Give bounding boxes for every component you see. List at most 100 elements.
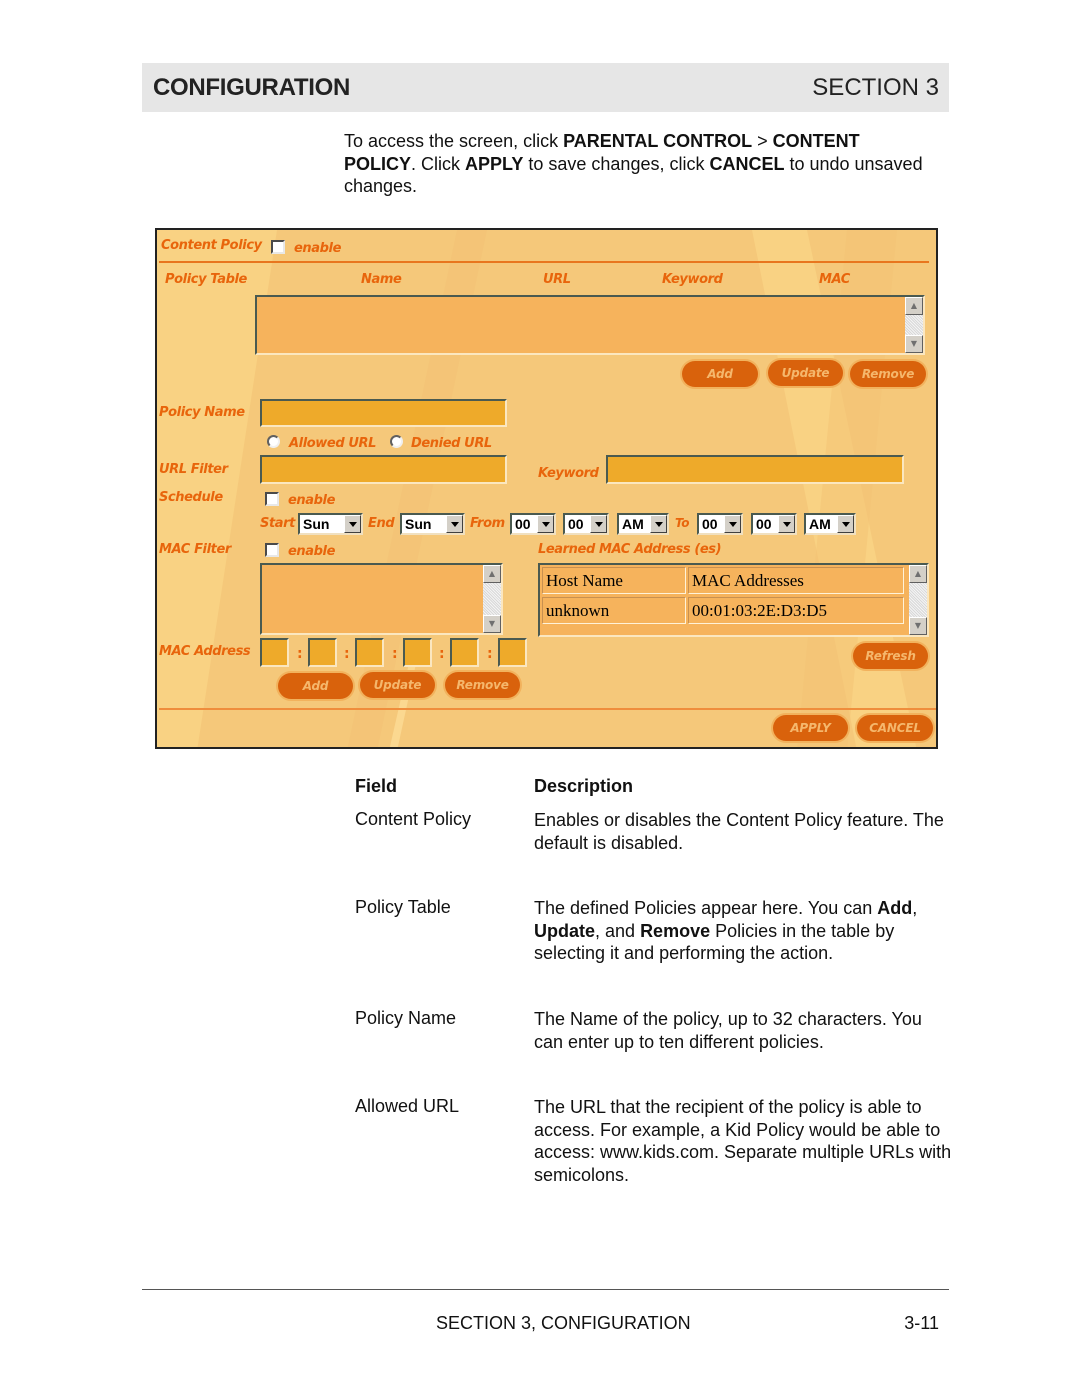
column-header-host-name: Host Name: [542, 567, 686, 594]
dropdown-arrow-icon: [837, 515, 854, 533]
footer-section-title: SECTION 3, CONFIGURATION: [436, 1313, 691, 1333]
header-field: Field: [355, 776, 398, 796]
dropdown-arrow-icon: [537, 515, 554, 533]
mac-separator: :: [439, 646, 445, 662]
refresh-button[interactable]: Refresh: [853, 643, 928, 669]
learned-mac-table[interactable]: Host Name MAC Addresses unknown 00:01:03…: [538, 563, 929, 637]
mac-separator: :: [344, 646, 350, 662]
allowed-url-radio[interactable]: [267, 435, 280, 448]
page-number: 3-11: [904, 1313, 939, 1333]
section-header: CONFIGURATION SECTION 3: [142, 63, 949, 112]
apply-button[interactable]: APPLY: [773, 715, 848, 741]
mac-octet-1-input[interactable]: [260, 638, 289, 667]
mac-octet-6-input[interactable]: [498, 638, 527, 667]
mac-address-label: MAC Address: [159, 644, 251, 659]
mac-filter-enable-label: enable: [288, 544, 336, 559]
mac-separator: :: [297, 646, 303, 662]
section-number: SECTION 3: [812, 74, 939, 101]
keyword-label: Keyword: [538, 466, 599, 481]
url-filter-input[interactable]: [260, 455, 507, 484]
policy-remove-button[interactable]: Remove: [850, 361, 926, 387]
mac-separator: :: [487, 646, 493, 662]
mac-filter-enable-checkbox[interactable]: [265, 543, 279, 557]
column-header-mac-addresses: MAC Addresses: [688, 567, 904, 594]
schedule-enable-checkbox[interactable]: [265, 492, 279, 506]
scroll-up-icon[interactable]: ▲: [483, 565, 501, 583]
policy-add-button[interactable]: Add: [682, 361, 758, 387]
mac-update-button[interactable]: Update: [360, 672, 435, 698]
field-description: The defined Policies appear here. You ca…: [534, 898, 918, 963]
field-name: Content Policy: [355, 809, 472, 829]
dropdown-arrow-icon: [778, 515, 795, 533]
cancel-button[interactable]: CANCEL: [857, 715, 933, 741]
end-day-select[interactable]: Sun: [400, 513, 465, 535]
header-description: Description: [534, 776, 634, 796]
column-header-name: Name: [361, 272, 402, 287]
policy-name-label: Policy Name: [159, 405, 245, 420]
content-policy-label: Content Policy: [161, 238, 262, 253]
mac-separator: :: [392, 646, 398, 662]
to-hour-select[interactable]: 00: [697, 513, 743, 535]
content-policy-enable-checkbox[interactable]: [271, 240, 285, 254]
divider: [159, 708, 936, 710]
mac-filter-list[interactable]: ▲ ▼: [260, 563, 503, 635]
divider: [159, 261, 929, 263]
to-ampm-select[interactable]: AM: [804, 513, 856, 535]
field-description: The Name of the policy, up to 32 charact…: [534, 1009, 922, 1052]
field-name: Allowed URL: [355, 1096, 460, 1116]
start-day-select[interactable]: Sun: [298, 513, 363, 535]
scroll-up-icon[interactable]: ▲: [909, 565, 927, 583]
policy-name-input[interactable]: [260, 399, 507, 427]
to-minute-select[interactable]: 00: [751, 513, 797, 535]
scroll-up-icon[interactable]: ▲: [905, 297, 923, 315]
mac-filter-scrollbar[interactable]: ▲ ▼: [483, 565, 501, 633]
policy-update-button[interactable]: Update: [768, 360, 843, 386]
scroll-down-icon[interactable]: ▼: [905, 335, 923, 353]
column-header-url: URL: [543, 272, 571, 287]
content-policy-enable-label: enable: [294, 241, 342, 256]
policy-table-scrollbar[interactable]: ▲ ▼: [905, 297, 923, 353]
dropdown-arrow-icon: [344, 515, 361, 533]
url-filter-label: URL Filter: [159, 462, 228, 477]
from-ampm-select[interactable]: AM: [617, 513, 669, 535]
schedule-label: Schedule: [159, 490, 223, 505]
field-description: The URL that the recipient of the policy…: [534, 1097, 952, 1185]
allowed-url-label: Allowed URL: [289, 436, 377, 451]
denied-url-label: Denied URL: [411, 436, 492, 451]
start-label: Start: [260, 516, 295, 531]
scroll-down-icon[interactable]: ▼: [483, 615, 501, 633]
policy-table-label: Policy Table: [165, 272, 247, 287]
learned-mac-label: Learned MAC Address (es): [538, 542, 722, 557]
mac-add-button[interactable]: Add: [278, 673, 353, 699]
schedule-enable-label: enable: [288, 493, 336, 508]
mac-octet-5-input[interactable]: [450, 638, 479, 667]
end-label: End: [368, 516, 395, 531]
mac-octet-3-input[interactable]: [355, 638, 384, 667]
mac-remove-button[interactable]: Remove: [445, 672, 520, 698]
field-description: Enables or disables the Content Policy f…: [534, 810, 944, 853]
dropdown-arrow-icon: [724, 515, 741, 533]
mac-address-cell[interactable]: 00:01:03:2E:D3:D5: [688, 597, 904, 624]
from-minute-select[interactable]: 00: [563, 513, 609, 535]
mac-octet-2-input[interactable]: [308, 638, 337, 667]
scroll-down-icon[interactable]: ▼: [909, 617, 927, 635]
keyword-input[interactable]: [606, 455, 904, 484]
host-name-cell[interactable]: unknown: [542, 597, 686, 624]
footer-divider: [142, 1289, 949, 1290]
to-label: To: [675, 516, 690, 530]
mac-filter-label: MAC Filter: [159, 542, 231, 557]
field-name: Policy Table: [355, 897, 451, 917]
dropdown-arrow-icon: [590, 515, 607, 533]
dropdown-arrow-icon: [650, 515, 667, 533]
denied-url-radio[interactable]: [390, 435, 403, 448]
from-label: From: [470, 516, 505, 531]
column-header-mac: MAC: [819, 272, 850, 287]
from-hour-select[interactable]: 00: [510, 513, 556, 535]
policy-table-list[interactable]: ▲ ▼: [255, 295, 925, 355]
field-name: Policy Name: [355, 1008, 457, 1028]
learned-mac-scrollbar[interactable]: ▲ ▼: [909, 565, 927, 635]
column-header-keyword: Keyword: [662, 272, 723, 287]
chapter-title: CONFIGURATION: [153, 74, 350, 101]
mac-octet-4-input[interactable]: [403, 638, 432, 667]
intro-paragraph: To access the screen, click PARENTAL CON…: [344, 131, 923, 196]
